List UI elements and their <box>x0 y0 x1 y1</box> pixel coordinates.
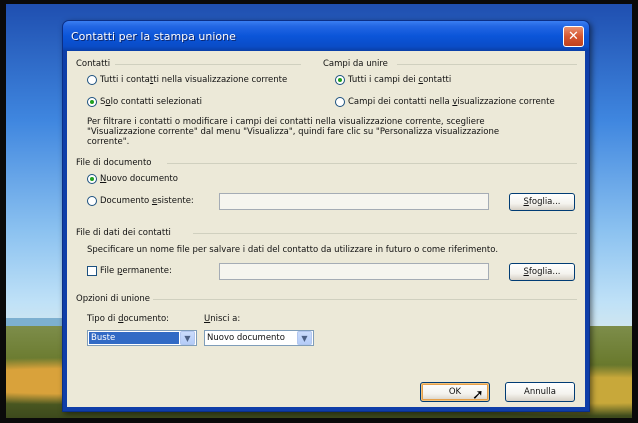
group-separator <box>167 163 577 164</box>
annulla-button[interactable]: Annulla <box>505 382 575 402</box>
window-title: Contatti per la stampa unione <box>71 29 236 43</box>
radio-label: Nuovo documento <box>100 174 178 184</box>
select-value: Nuovo documento <box>207 333 285 343</box>
title-bar[interactable]: Contatti per la stampa unione ✕ <box>63 21 589 51</box>
checkbox-file-permanente[interactable]: File permanente: <box>87 266 172 276</box>
info-line: Per filtrare i contatti o modificare i c… <box>87 117 485 127</box>
radio-solo-selezionati[interactable]: Solo contatti selezionati <box>87 97 202 107</box>
group-separator <box>397 64 577 65</box>
group-separator <box>115 64 301 65</box>
radio-button-icon <box>87 75 97 85</box>
dialog-window: Contatti per la stampa unione ✕ Contatti… <box>62 20 590 412</box>
file-dati-description: Specificare un nome file per salvare i d… <box>87 245 499 255</box>
chevron-down-icon[interactable]: ▼ <box>180 331 195 345</box>
group-title-contatti: Contatti <box>76 59 111 69</box>
group-separator <box>153 299 577 300</box>
unisci-a-label: Unisci a: <box>204 314 241 324</box>
radio-tutti-contatti[interactable]: Tutti i contatti nella visualizzazione c… <box>87 75 287 85</box>
radio-label: Campi dei contatti nella visualizzazione… <box>348 97 555 107</box>
file-permanente-input[interactable] <box>219 263 489 280</box>
documento-path-input[interactable] <box>219 193 489 210</box>
group-title-file-dati: File di dati dei contatti <box>76 228 171 238</box>
radio-label: Solo contatti selezionati <box>100 97 202 107</box>
radio-button-icon <box>87 174 97 184</box>
info-line: corrente". <box>87 137 130 147</box>
radio-label: Tutti i campi dei contatti <box>348 75 452 85</box>
group-title-campi: Campi da unire <box>323 59 388 69</box>
dialog-client-area: Contatti Tutti i contatti nella visualiz… <box>67 51 585 407</box>
radio-campi-visualizzazione[interactable]: Campi dei contatti nella visualizzazione… <box>335 97 555 107</box>
close-icon: ✕ <box>568 29 579 44</box>
tipo-documento-label: Tipo di documento: <box>87 314 170 324</box>
mouse-cursor-icon: ➚ <box>472 387 484 403</box>
group-separator <box>193 233 577 234</box>
radio-tutti-campi[interactable]: Tutti i campi dei contatti <box>335 75 451 85</box>
close-button[interactable]: ✕ <box>563 26 584 47</box>
button-label: Sfoglia... <box>523 197 561 207</box>
tipo-documento-select[interactable]: Buste ▼ <box>87 330 197 346</box>
radio-button-icon <box>335 75 345 85</box>
info-text: Per filtrare i contatti o modificare i c… <box>87 117 577 147</box>
button-label: Sfoglia... <box>523 267 561 277</box>
group-title-file-documento: File di documento <box>76 158 152 168</box>
group-title-opzioni: Opzioni di unione <box>76 294 150 304</box>
select-value: Buste <box>89 332 179 344</box>
radio-button-icon <box>335 97 345 107</box>
radio-button-icon <box>87 97 97 107</box>
radio-label: Documento esistente: <box>100 196 194 206</box>
radio-button-icon <box>87 196 97 206</box>
info-line: "Visualizzazione corrente" dal menu "Vis… <box>87 127 500 137</box>
sfoglia-dati-button[interactable]: Sfoglia... <box>509 263 575 281</box>
radio-nuovo-documento[interactable]: Nuovo documento <box>87 174 178 184</box>
checkbox-label: File permanente: <box>100 266 172 276</box>
radio-label: Tutti i contatti nella visualizzazione c… <box>100 75 288 85</box>
checkbox-icon <box>87 266 97 276</box>
unisci-a-select[interactable]: Nuovo documento ▼ <box>204 330 314 346</box>
sfoglia-documento-button[interactable]: Sfoglia... <box>509 193 575 211</box>
radio-documento-esistente[interactable]: Documento esistente: <box>87 196 194 206</box>
chevron-down-icon[interactable]: ▼ <box>297 331 312 345</box>
